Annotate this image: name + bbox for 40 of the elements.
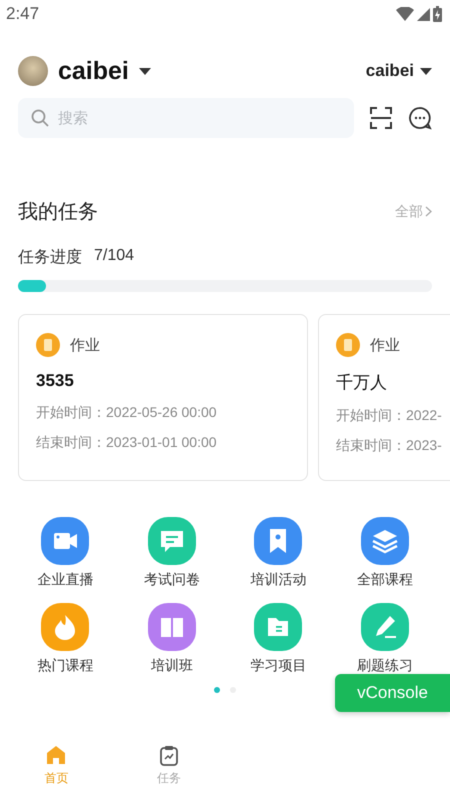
search-icon xyxy=(31,109,49,127)
scan-icon[interactable] xyxy=(370,107,392,129)
status-time: 2:47 xyxy=(6,4,40,24)
task-card[interactable]: 作业 千万人 开始时间：2022- 结束时间：2023- xyxy=(318,314,450,481)
task-name: 千万人 xyxy=(336,372,388,394)
task-type: 作业 xyxy=(70,336,100,354)
shortcut-button[interactable]: 考试问卷 xyxy=(118,517,225,589)
shortcut-button[interactable]: 全部课程 xyxy=(332,517,438,589)
task-end-time: 结束时间：2023- xyxy=(336,437,443,455)
user-avatar[interactable] xyxy=(18,56,48,86)
organization-name[interactable]: caibei xyxy=(366,61,414,81)
user-name[interactable]: caibei xyxy=(58,56,129,86)
shortcut-button[interactable]: 热门课程 xyxy=(12,603,118,675)
progress-label: 任务进度 xyxy=(18,248,82,268)
chevron-right-icon xyxy=(425,206,432,217)
shortcut-button[interactable]: 培训活动 xyxy=(225,517,332,589)
shortcut-button[interactable]: 学习项目 xyxy=(225,603,332,675)
task-start-time: 开始时间：2022- xyxy=(336,407,443,425)
dropdown-caret-icon[interactable] xyxy=(420,68,432,74)
homework-icon xyxy=(36,333,60,357)
task-end-time: 结束时间：2023-01-01 00:00 xyxy=(36,434,218,452)
shortcut-button[interactable]: 刷题练习 xyxy=(332,603,438,675)
shortcut-button[interactable]: 培训班 xyxy=(118,603,225,675)
task-type: 作业 xyxy=(370,336,400,354)
section-title: 我的任务 xyxy=(18,200,98,225)
task-card[interactable]: 作业 3535 开始时间：2022-05-26 00:00 结束时间：2023-01-01 00:00 xyxy=(18,314,308,481)
battery-icon xyxy=(433,6,442,22)
signal-icon xyxy=(417,8,430,20)
task-start-time: 开始时间：2022-05-26 00:00 xyxy=(36,404,218,422)
message-icon[interactable] xyxy=(408,106,432,130)
shortcut-button[interactable]: 企业直播 xyxy=(12,517,118,589)
page-indicator-dot[interactable] xyxy=(214,687,220,693)
clipboard-icon xyxy=(158,744,180,766)
homework-icon xyxy=(336,333,360,357)
task-name: 3535 xyxy=(36,371,75,391)
progress-value: 7/104 xyxy=(94,247,134,266)
wifi-icon xyxy=(396,7,414,21)
home-icon xyxy=(45,744,68,766)
dropdown-caret-icon[interactable] xyxy=(138,68,151,74)
search-field[interactable]: 搜索 xyxy=(18,98,354,138)
